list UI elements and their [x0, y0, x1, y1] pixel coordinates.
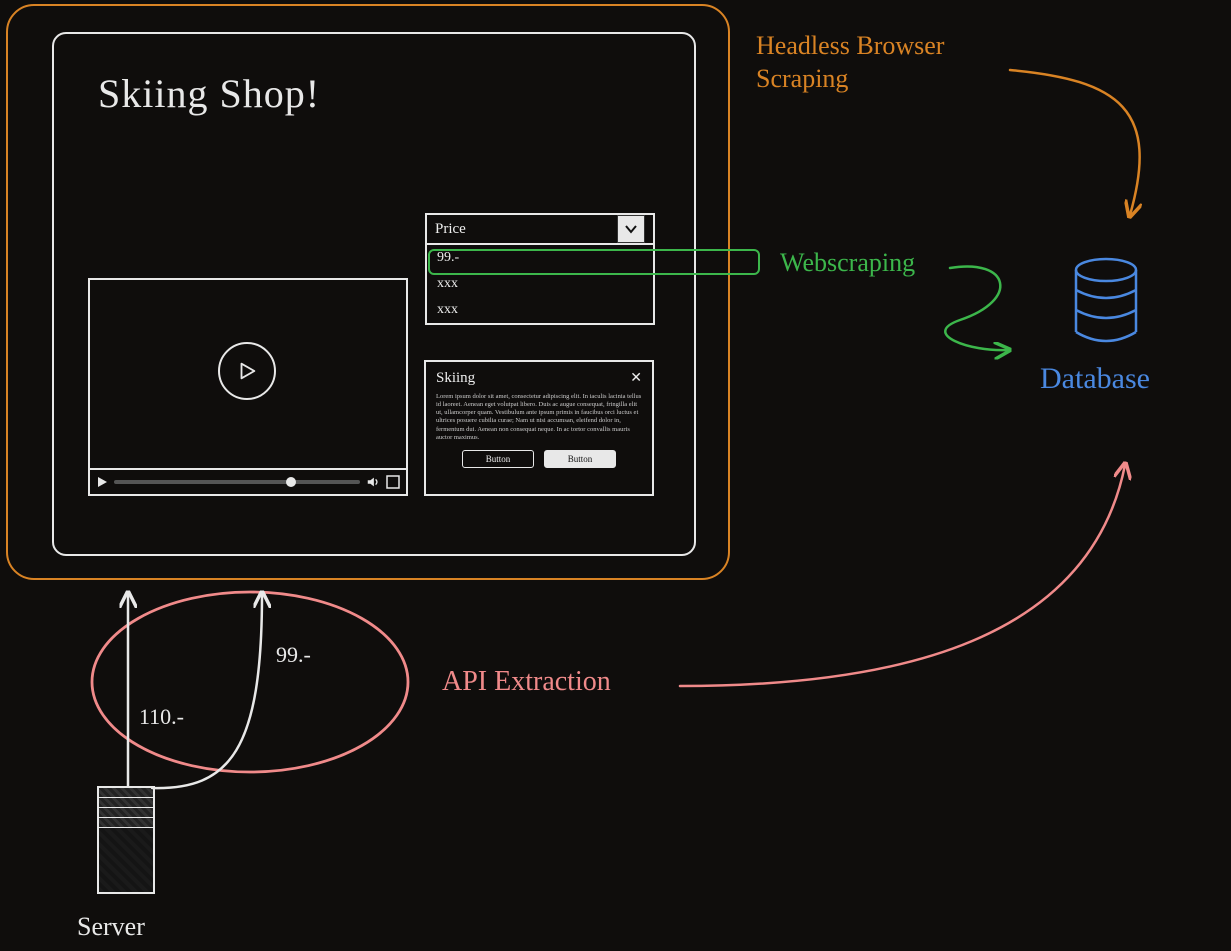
arrow-api-to-db: [680, 465, 1125, 686]
arrow-headless-to-db: [1010, 70, 1140, 215]
page-title: Skiing Shop!: [98, 70, 320, 117]
dialog-button-secondary[interactable]: Button: [462, 450, 534, 468]
chevron-down-icon[interactable]: [617, 215, 645, 243]
dropdown-option[interactable]: xxx: [427, 297, 653, 323]
arrow-webscraping-to-db: [945, 266, 1008, 350]
dialog-title: Skiing: [436, 370, 475, 387]
dropdown-label: Price: [435, 221, 466, 238]
headless-browser-label: Headless BrowserScraping: [756, 30, 944, 95]
api-extraction-label: API Extraction: [442, 666, 611, 698]
play-button[interactable]: [218, 342, 276, 400]
dropdown-header[interactable]: Price: [425, 213, 655, 245]
api-extraction-circle: [88, 588, 412, 776]
dialog-body-text: Lorem ipsum dolor sit amet, consectetur …: [436, 393, 642, 442]
volume-icon[interactable]: [366, 475, 380, 489]
close-icon[interactable]: ✕: [630, 370, 642, 387]
webscraping-highlight-box: [428, 249, 760, 275]
info-dialog: Skiing ✕ Lorem ipsum dolor sit amet, con…: [424, 360, 654, 496]
server-label: Server: [77, 912, 145, 942]
video-controls: [90, 468, 406, 494]
webscraping-label: Webscraping: [780, 248, 915, 278]
server-icon: [97, 786, 155, 894]
fullscreen-icon[interactable]: [386, 475, 400, 489]
controls-play-icon[interactable]: [96, 476, 108, 488]
database-label: Database: [1040, 362, 1150, 396]
database-icon: [1073, 258, 1139, 344]
progress-thumb[interactable]: [286, 477, 296, 487]
play-icon: [236, 360, 258, 382]
dialog-button-primary[interactable]: Button: [544, 450, 616, 468]
progress-track[interactable]: [114, 480, 360, 484]
